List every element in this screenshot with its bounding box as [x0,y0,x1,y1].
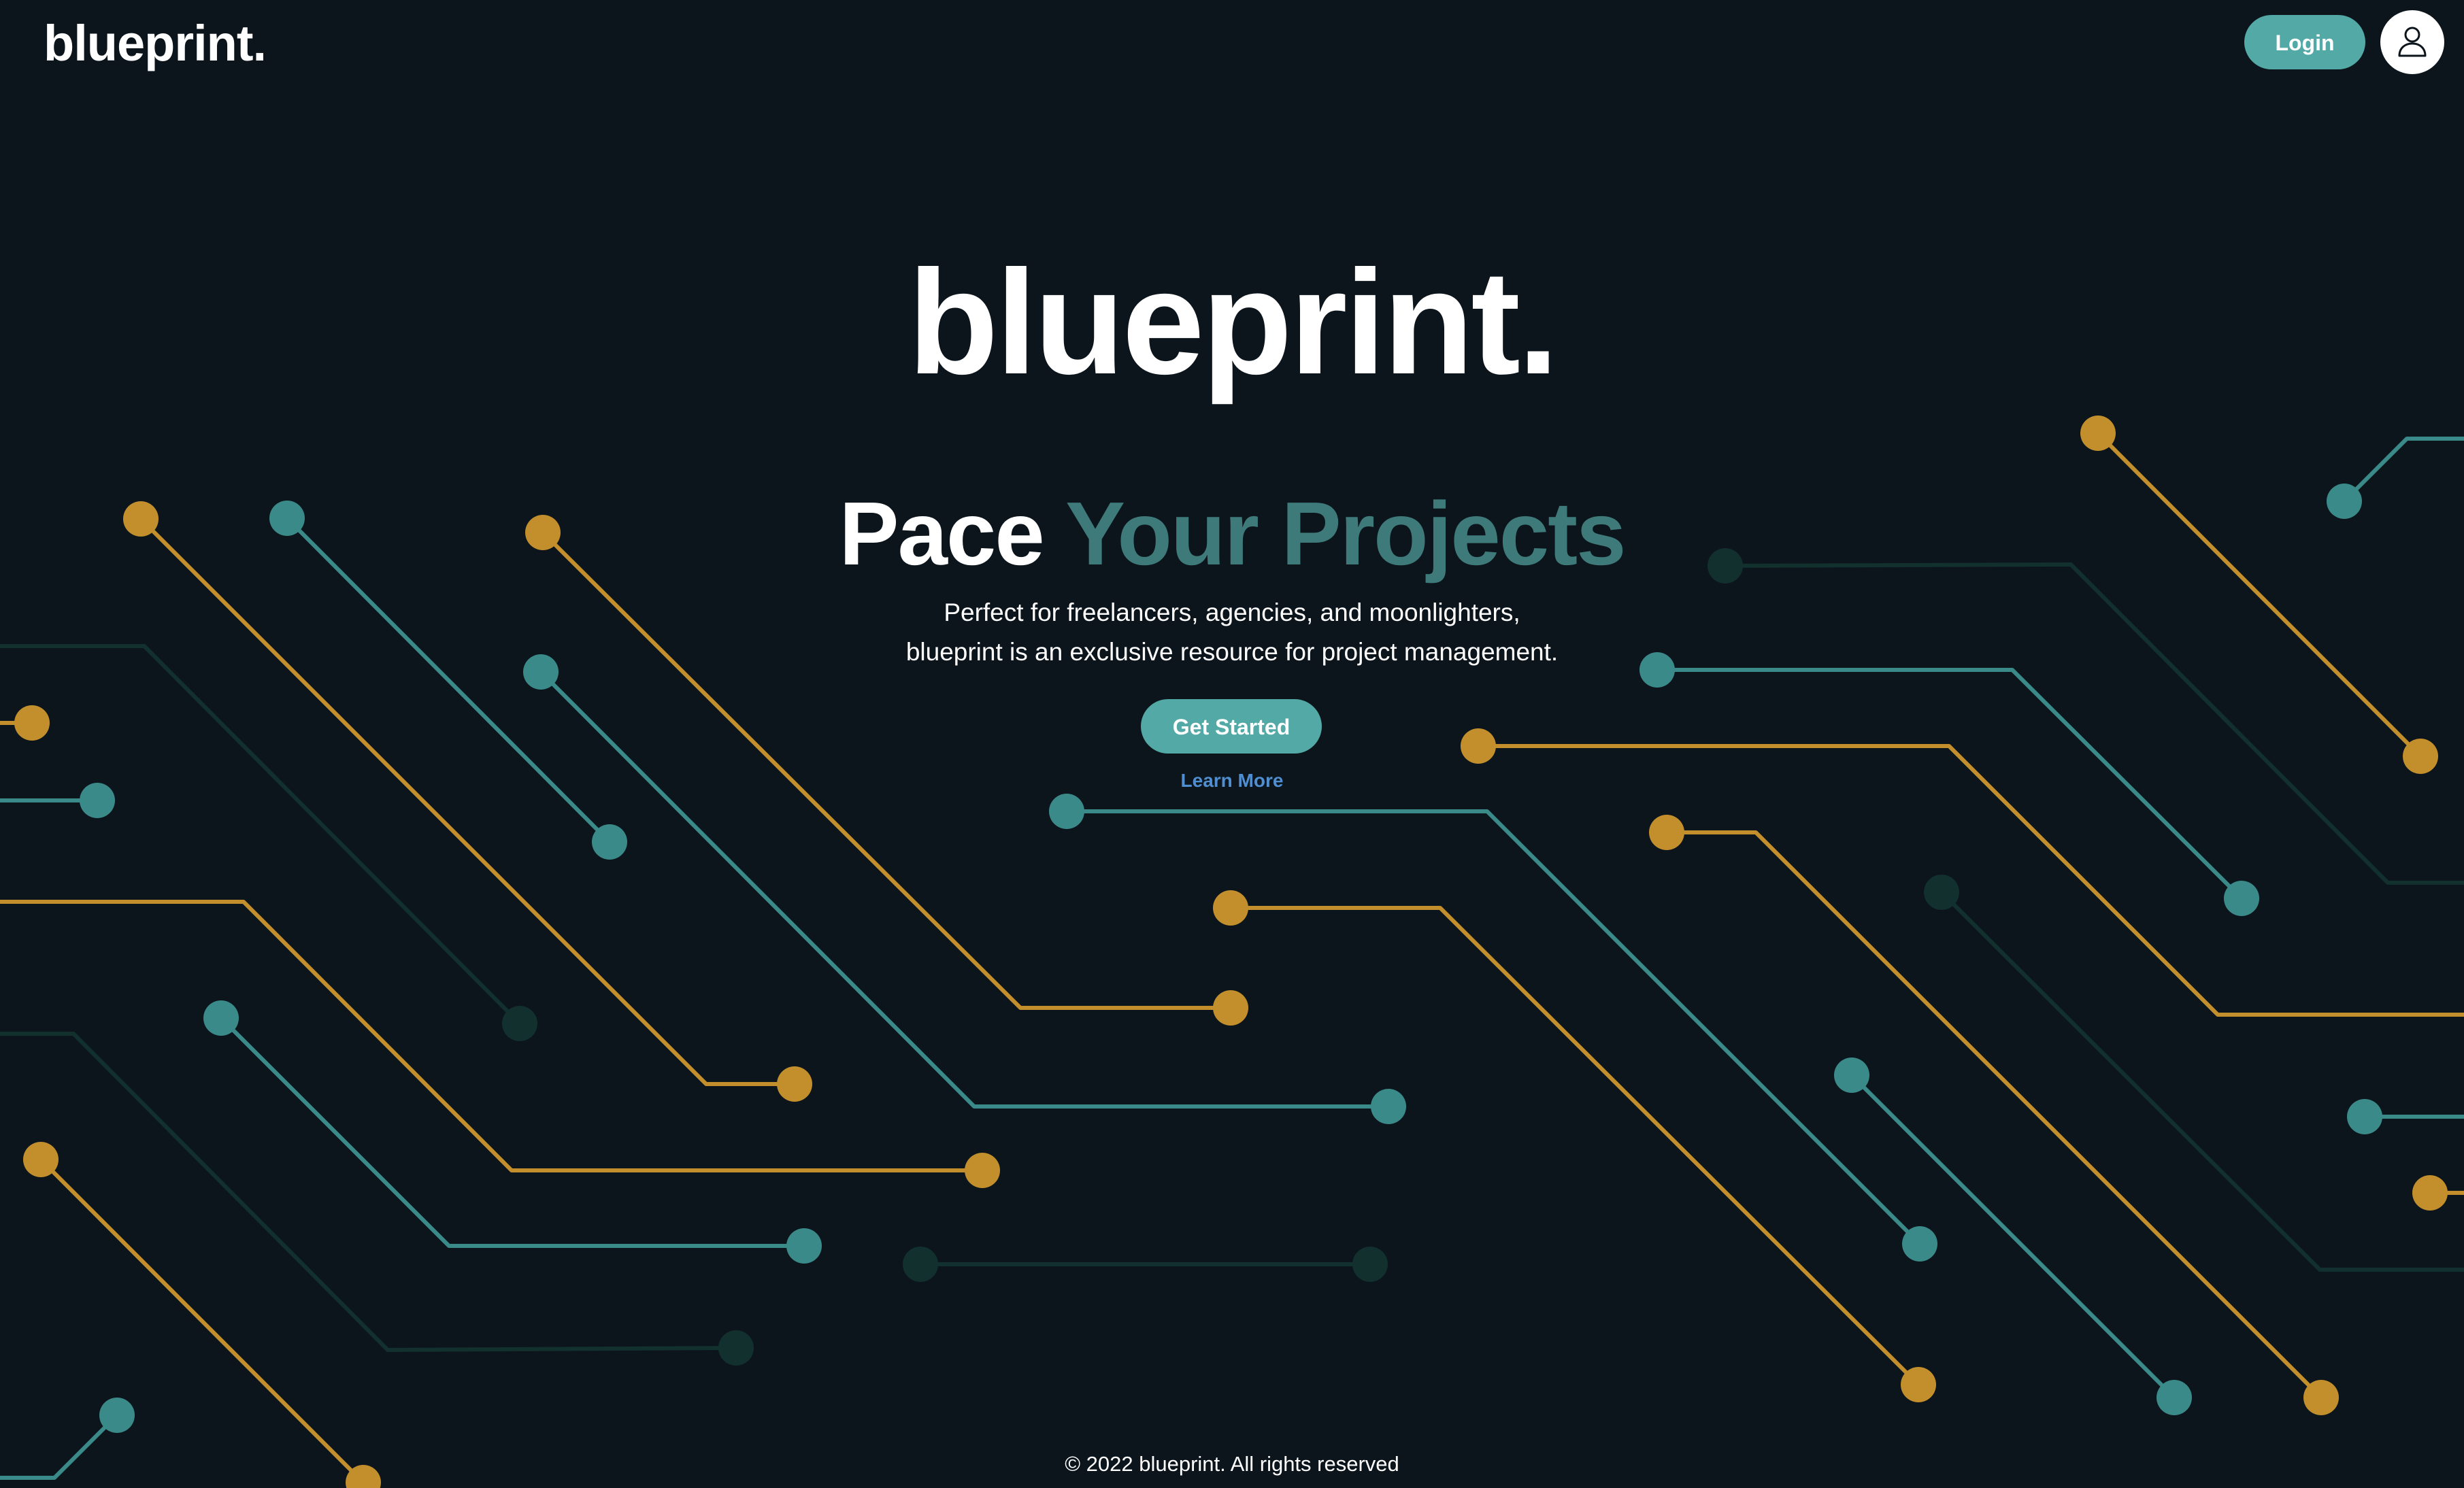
footer-copyright: © 2022 blueprint. All rights reserved [1065,1452,1399,1476]
learn-more-container: Learn More [0,0,2464,794]
learn-more-link[interactable]: Learn More [1181,767,1284,794]
landing-page: blueprint. Login blueprint. Pace Your Pr… [0,0,2464,1488]
